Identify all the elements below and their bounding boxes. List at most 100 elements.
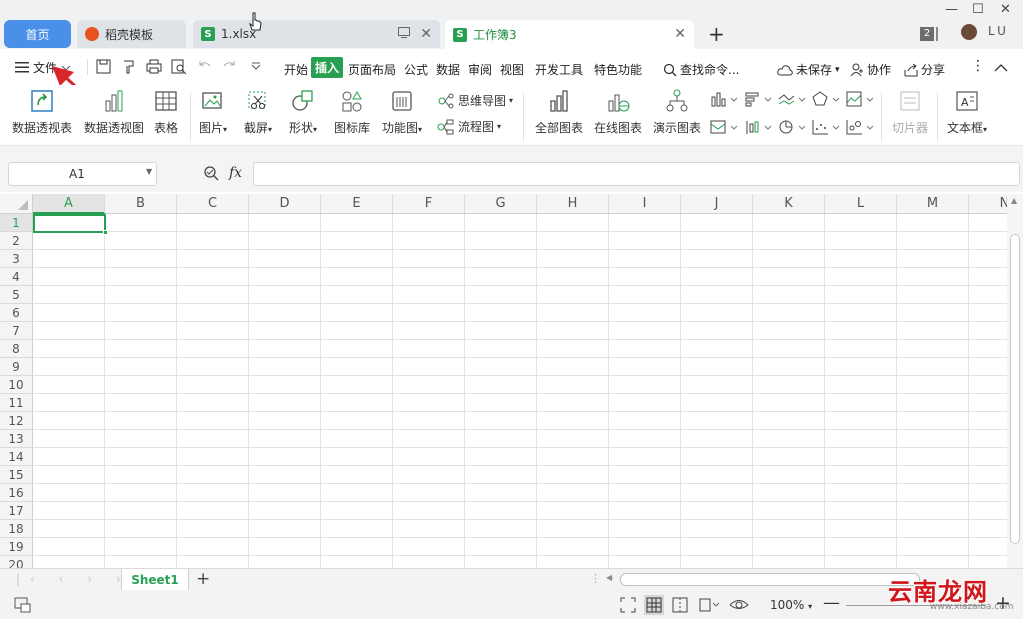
menu-data[interactable]: 数据 bbox=[436, 61, 460, 78]
column-header[interactable]: M bbox=[897, 194, 969, 214]
collab-button[interactable]: 协作 bbox=[850, 61, 891, 78]
pivot-table-button[interactable]: 数据透视表 bbox=[12, 89, 72, 136]
more-options-icon[interactable]: ⋮ bbox=[971, 58, 985, 74]
bubble-chart-icon[interactable] bbox=[846, 119, 874, 135]
picture-button[interactable]: 图片▾ bbox=[199, 89, 227, 136]
vertical-scroll-thumb[interactable] bbox=[1010, 234, 1020, 544]
row-header[interactable]: 3 bbox=[0, 250, 33, 268]
row-header[interactable]: 6 bbox=[0, 304, 33, 322]
menu-review[interactable]: 审阅 bbox=[468, 61, 492, 78]
zoom-formula-icon[interactable] bbox=[203, 165, 219, 181]
menu-special[interactable]: 特色功能 bbox=[594, 61, 642, 78]
horizontal-scroll-thumb[interactable] bbox=[620, 573, 920, 586]
row-header[interactable]: 17 bbox=[0, 502, 33, 520]
row-header[interactable]: 1 bbox=[0, 214, 33, 232]
column-header[interactable]: C bbox=[177, 194, 249, 214]
user-name[interactable]: LU bbox=[988, 24, 1009, 38]
column-header[interactable]: D bbox=[249, 194, 321, 214]
row-header[interactable]: 19 bbox=[0, 538, 33, 556]
command-search[interactable]: 查找命令... bbox=[663, 61, 739, 78]
menu-developer[interactable]: 开发工具 bbox=[535, 61, 583, 78]
shape-button[interactable]: 形状▾ bbox=[289, 89, 317, 136]
eye-protection-icon[interactable] bbox=[729, 596, 749, 612]
icon-library-button[interactable]: 图标库 bbox=[334, 89, 370, 136]
demo-charts-button[interactable]: 演示图表 bbox=[653, 89, 701, 136]
column-header[interactable]: E bbox=[321, 194, 393, 214]
window-count-badge[interactable]: 2 bbox=[920, 27, 934, 41]
macro-record-icon[interactable] bbox=[14, 597, 32, 613]
function-chart-button[interactable]: 功能图▾ bbox=[382, 89, 422, 136]
column-header[interactable]: L bbox=[825, 194, 897, 214]
tab-daoke-template[interactable]: 稻壳模板 bbox=[77, 20, 186, 48]
row-header[interactable]: 15 bbox=[0, 466, 33, 484]
name-box[interactable]: A1 bbox=[8, 162, 157, 186]
tab-home[interactable]: 首页 bbox=[4, 20, 71, 48]
print-preview-icon[interactable] bbox=[171, 59, 187, 75]
menu-formula[interactable]: 公式 bbox=[404, 61, 428, 78]
share-button[interactable]: 分享 bbox=[904, 61, 945, 78]
normal-view-icon[interactable] bbox=[644, 595, 664, 615]
menu-view[interactable]: 视图 bbox=[500, 61, 524, 78]
row-header[interactable]: 12 bbox=[0, 412, 33, 430]
zoom-out-button[interactable]: — bbox=[823, 593, 840, 613]
split-handle-icon[interactable]: ⋮ bbox=[590, 572, 601, 585]
menu-insert[interactable]: 插入 bbox=[311, 57, 344, 78]
undo-icon[interactable] bbox=[197, 59, 213, 75]
sheet-tab-sheet1[interactable]: Sheet1 bbox=[121, 569, 189, 591]
avatar[interactable] bbox=[961, 24, 977, 40]
menu-page-layout[interactable]: 页面布局 bbox=[348, 61, 396, 78]
tab-workbook3[interactable]: S 工作簿3 ✕ bbox=[445, 20, 694, 49]
scatter-chart-icon[interactable] bbox=[812, 119, 840, 135]
row-header[interactable]: 10 bbox=[0, 376, 33, 394]
reading-layout-icon[interactable] bbox=[697, 597, 719, 613]
redo-icon[interactable] bbox=[221, 59, 237, 75]
select-all-corner[interactable] bbox=[0, 194, 33, 214]
cell-area[interactable] bbox=[33, 214, 1007, 568]
column-header[interactable]: B bbox=[105, 194, 177, 214]
line-chart-icon[interactable] bbox=[778, 91, 806, 107]
close-icon[interactable]: ✕ bbox=[420, 26, 432, 42]
all-charts-button[interactable]: 全部图表 bbox=[535, 89, 583, 136]
scroll-left-icon[interactable]: ◀ bbox=[606, 573, 612, 582]
close-window-icon[interactable]: ✕ bbox=[1000, 2, 1011, 17]
column-header[interactable]: J bbox=[681, 194, 753, 214]
collapse-ribbon-icon[interactable] bbox=[993, 60, 1009, 76]
column-header[interactable]: A bbox=[33, 194, 105, 214]
formula-input[interactable] bbox=[253, 162, 1020, 186]
pivot-chart-button[interactable]: 数据透视图 bbox=[84, 89, 144, 136]
minimize-icon[interactable]: — bbox=[945, 2, 958, 17]
pie-chart-icon[interactable] bbox=[778, 119, 806, 135]
row-header[interactable]: 8 bbox=[0, 340, 33, 358]
table-button[interactable]: 表格 bbox=[154, 89, 178, 136]
row-header[interactable]: 16 bbox=[0, 484, 33, 502]
slicer-button[interactable]: 切片器 bbox=[892, 89, 928, 136]
page-break-view-icon[interactable] bbox=[672, 597, 688, 613]
scroll-up-icon[interactable]: ▲ bbox=[1011, 196, 1017, 205]
column-header[interactable]: F bbox=[393, 194, 465, 214]
flowchart-button[interactable]: 流程图 ▾ bbox=[437, 118, 501, 135]
column-header[interactable]: N bbox=[969, 194, 1007, 214]
add-tab-button[interactable]: + bbox=[708, 22, 725, 46]
row-header[interactable]: 18 bbox=[0, 520, 33, 538]
mindmap-button[interactable]: 思维导图 ▾ bbox=[437, 92, 513, 109]
unsaved-button[interactable]: 未保存 ▾ bbox=[777, 61, 840, 78]
tab-1-xlsx[interactable]: S 1.xlsx ✕ bbox=[193, 20, 440, 48]
menu-start[interactable]: 开始 bbox=[284, 61, 308, 78]
radar-chart-icon[interactable] bbox=[812, 91, 840, 107]
row-header[interactable]: 7 bbox=[0, 322, 33, 340]
vertical-scrollbar[interactable]: ▲ bbox=[1007, 194, 1023, 568]
column-header[interactable]: H bbox=[537, 194, 609, 214]
maximize-icon[interactable]: ☐ bbox=[972, 2, 984, 17]
row-header[interactable]: 2 bbox=[0, 232, 33, 250]
column-header[interactable]: K bbox=[753, 194, 825, 214]
zoom-level[interactable]: 100% ▾ bbox=[770, 598, 812, 612]
row-header[interactable]: 14 bbox=[0, 448, 33, 466]
textbox-button[interactable]: A 文本框▾ bbox=[947, 89, 987, 136]
quick-access-dropdown-icon[interactable] bbox=[248, 59, 264, 75]
row-header[interactable]: 9 bbox=[0, 358, 33, 376]
row-header[interactable]: 5 bbox=[0, 286, 33, 304]
spreadsheet-grid[interactable]: ABCDEFGHIJKLMN 1 2 3 4 5 6 7 8 9 10 11 12 13 14 15 16 17… bbox=[0, 194, 1007, 568]
detach-window-icon[interactable] bbox=[398, 27, 410, 38]
column-header[interactable]: I bbox=[609, 194, 681, 214]
column-header[interactable]: G bbox=[465, 194, 537, 214]
